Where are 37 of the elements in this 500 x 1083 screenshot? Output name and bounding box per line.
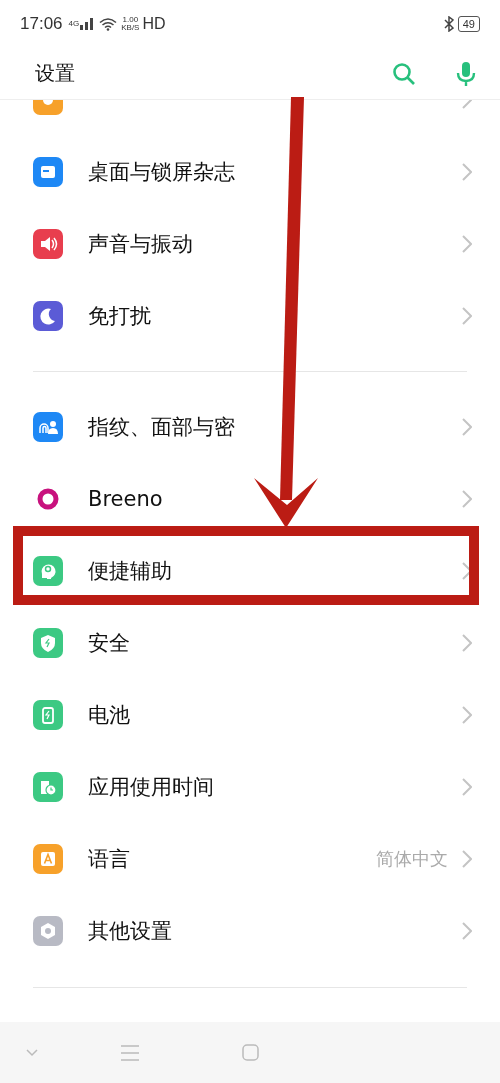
setting-label[interactable]: Breeno [88, 487, 462, 511]
setting-label[interactable]: 电池 [88, 701, 462, 729]
setting-label[interactable]: 声音与振动 [88, 230, 462, 258]
hd-indicator: HD [142, 15, 166, 33]
chevron-icon [462, 562, 472, 580]
menu-icon[interactable] [120, 1044, 140, 1061]
setting-label[interactable]: 桌面与锁屏杂志 [88, 158, 462, 186]
setting-label[interactable]: 安全 [88, 629, 462, 657]
setting-label[interactable]: 免打扰 [88, 302, 462, 330]
setting-label[interactable]: 应用使用时间 [88, 773, 462, 801]
status-time: 17:06 [20, 14, 63, 34]
network-type: 4G [68, 20, 80, 28]
page-title: 设置 [35, 60, 76, 87]
chevron-icon [462, 490, 472, 508]
setting-label[interactable]: 便捷辅助 [88, 557, 462, 585]
setting-label[interactable]: 其他设置 [88, 917, 462, 945]
chevron-icon [462, 922, 472, 940]
setting-value: 简体中文 [376, 847, 448, 871]
collapse-icon[interactable] [26, 1048, 38, 1057]
chevron-icon [462, 706, 472, 724]
signal-icon [80, 18, 95, 30]
chevron-icon [462, 307, 472, 325]
network-speed: 1.00 KB/S [121, 16, 140, 32]
chevron-icon [462, 235, 472, 253]
chevron-icon [462, 418, 472, 436]
bluetooth-icon [443, 16, 454, 32]
chevron-icon [462, 634, 472, 652]
microphone-icon[interactable] [456, 60, 476, 87]
home-icon[interactable] [242, 1044, 259, 1061]
wifi-icon [99, 17, 118, 31]
battery-level: 49 [457, 16, 480, 32]
chevron-icon [462, 163, 472, 181]
search-icon[interactable] [392, 61, 416, 86]
chevron-icon [462, 778, 472, 796]
chevron-icon [462, 850, 472, 868]
setting-label[interactable]: 语言 [88, 845, 376, 873]
setting-label[interactable]: 指纹、面部与密 [88, 413, 462, 441]
